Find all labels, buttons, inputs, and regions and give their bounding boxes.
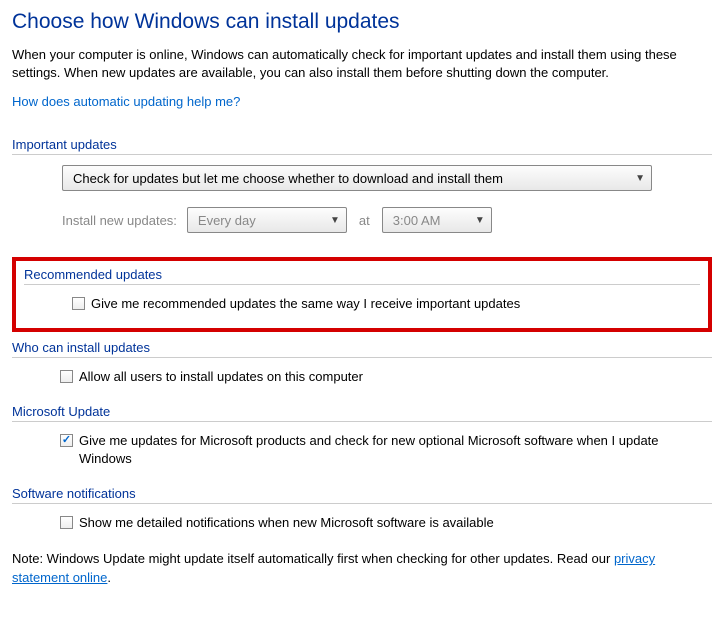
section-header-important: Important updates [12,137,712,155]
software-notifications-checkbox[interactable] [60,516,73,529]
section-header-who: Who can install updates [12,340,712,358]
time-dropdown-value: 3:00 AM [393,213,441,228]
important-updates-dropdown-value: Check for updates but let me choose whet… [73,171,503,186]
section-header-ms-update: Microsoft Update [12,404,712,422]
microsoft-update-label: Give me updates for Microsoft products a… [79,432,712,468]
microsoft-update-checkbox[interactable] [60,434,73,447]
section-microsoft-update: Microsoft Update Give me updates for Mic… [12,404,712,468]
recommended-updates-checkbox[interactable] [72,297,85,310]
software-notifications-label: Show me detailed notifications when new … [79,514,494,532]
section-software-notifications: Software notifications Show me detailed … [12,486,712,532]
important-updates-dropdown[interactable]: Check for updates but let me choose whet… [62,165,652,191]
chevron-down-icon: ▼ [635,173,645,184]
section-header-recommended: Recommended updates [24,267,700,285]
section-who-can-install: Who can install updates Allow all users … [12,340,712,386]
allow-all-users-label: Allow all users to install updates on th… [79,368,363,386]
time-dropdown[interactable]: 3:00 AM ▼ [382,207,492,233]
help-link[interactable]: How does automatic updating help me? [12,94,240,109]
page-title: Choose how Windows can install updates [12,10,712,34]
footer-note-suffix: . [107,570,111,585]
footer-note-prefix: Note: Windows Update might update itself… [12,551,614,566]
footer-note: Note: Windows Update might update itself… [12,550,712,586]
allow-all-users-checkbox[interactable] [60,370,73,383]
schedule-label: Install new updates: [62,213,177,228]
section-header-notifications: Software notifications [12,486,712,504]
intro-text: When your computer is online, Windows ca… [12,46,712,82]
at-label: at [359,213,370,228]
highlight-recommended-updates: Recommended updates Give me recommended … [12,257,712,331]
chevron-down-icon: ▼ [475,215,485,226]
recommended-updates-label: Give me recommended updates the same way… [91,295,520,313]
frequency-dropdown-value: Every day [198,213,256,228]
chevron-down-icon: ▼ [330,215,340,226]
frequency-dropdown[interactable]: Every day ▼ [187,207,347,233]
section-important-updates: Important updates Check for updates but … [12,137,712,233]
